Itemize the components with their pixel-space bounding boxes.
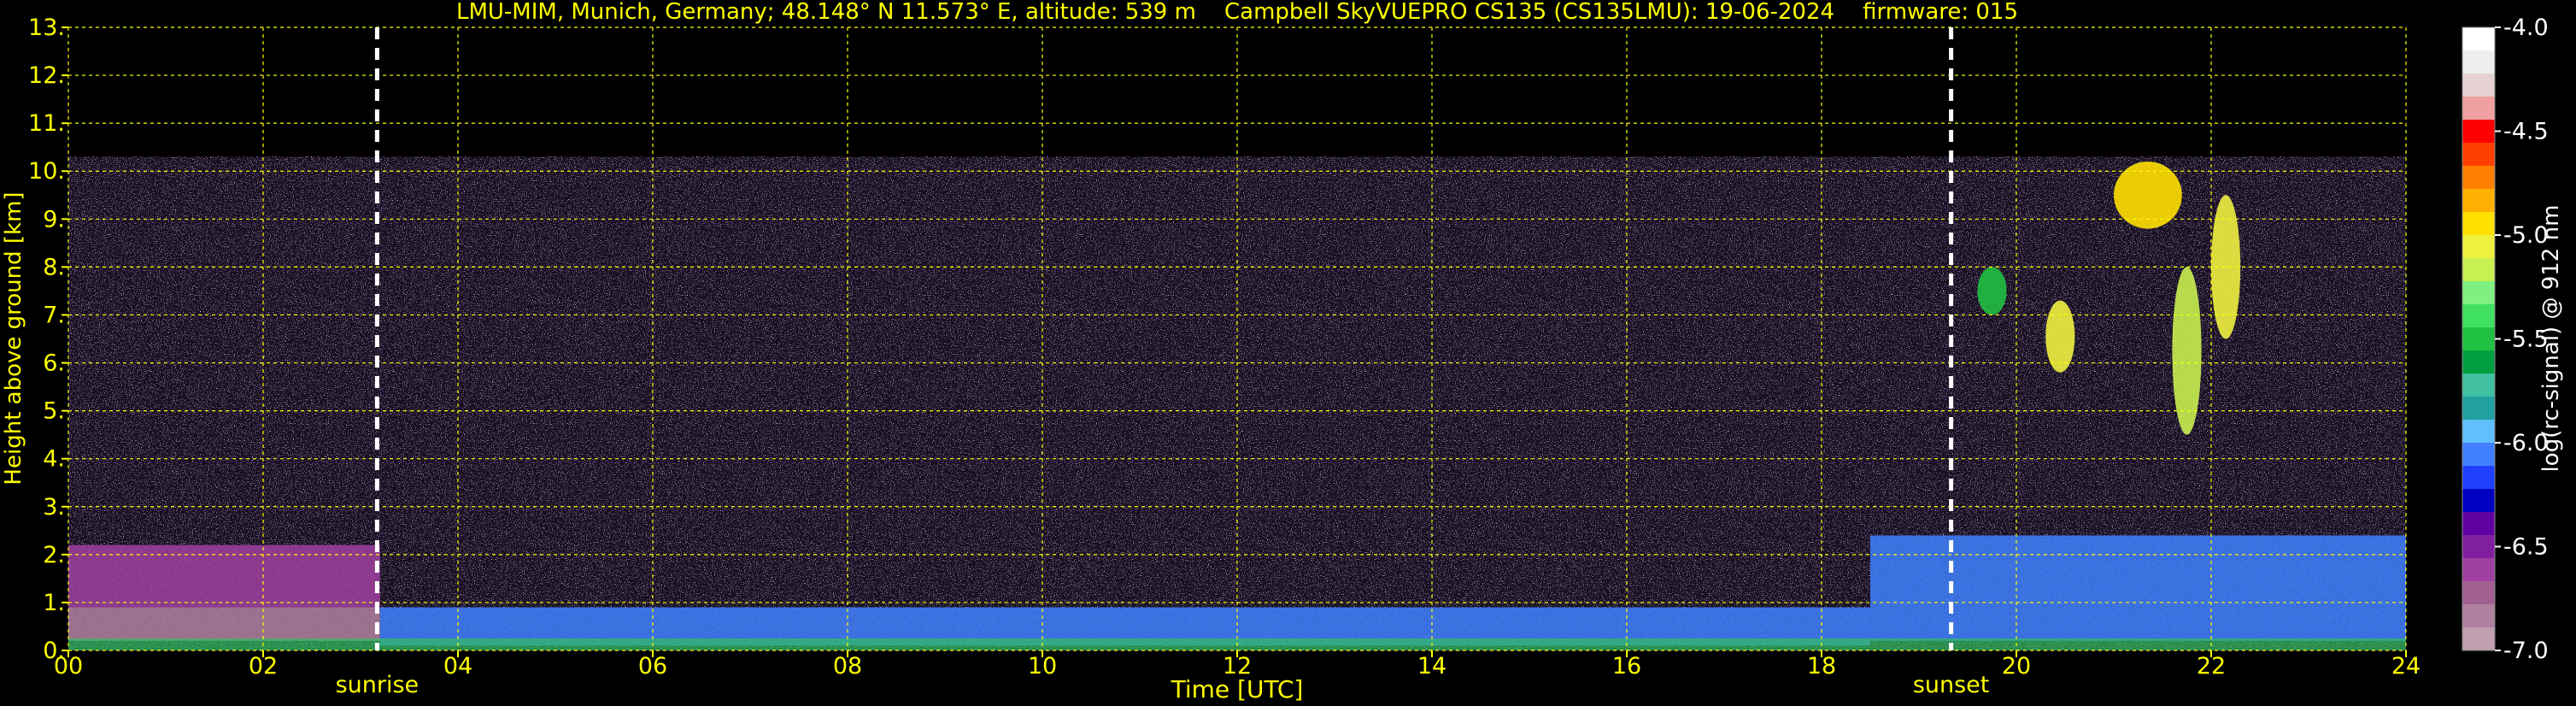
y-tick-label: 13. xyxy=(28,15,65,41)
x-axis-label: Time [UTC] xyxy=(1171,675,1304,703)
y-tick-label: 5. xyxy=(43,398,65,425)
colorbar-tick-label: -4.0 xyxy=(2503,15,2549,41)
x-tick-label: 10 xyxy=(1028,653,1057,680)
x-tick-label: 20 xyxy=(2002,653,2031,680)
y-tick-label: 6. xyxy=(43,350,65,377)
colorbar-segment xyxy=(2462,27,2495,51)
y-tick-label: 2. xyxy=(43,542,65,568)
colorbar-segment xyxy=(2462,50,2495,74)
x-tick-label: 18 xyxy=(1807,653,1836,680)
x-tick-label: 16 xyxy=(1612,653,1641,680)
colorbar-tick-label: -7.0 xyxy=(2503,638,2549,664)
x-tick-label: 24 xyxy=(2391,653,2421,680)
colorbar-segment xyxy=(2462,350,2495,374)
colorbar-segment xyxy=(2462,512,2495,536)
colorbar-segment xyxy=(2462,304,2495,328)
colorbar-tick-label: -6.5 xyxy=(2503,534,2549,561)
ceilometer-plot: sunrise sunset 00 02 04 06 08 10 12 14 16 18 20 22 24… xyxy=(1,0,2564,703)
y-tick-label: 11. xyxy=(28,110,65,137)
colorbar-label: log(rc-signal) @ 912 nm xyxy=(2538,205,2564,473)
sunset-label: sunset xyxy=(1913,672,1990,698)
x-tick-label: 22 xyxy=(2197,653,2226,680)
colorbar-segment xyxy=(2462,258,2495,282)
colorbar-segment xyxy=(2462,604,2495,628)
cloud-1 xyxy=(1977,267,2007,315)
colorbar-segment xyxy=(2462,558,2495,582)
x-tick-label: 02 xyxy=(249,653,278,680)
colorbar-segment xyxy=(2462,327,2495,351)
colorbar-segment xyxy=(2462,281,2495,305)
chart-title: LMU-MIM, Munich, Germany; 48.148° N 11.5… xyxy=(456,0,2018,25)
colorbar-segment xyxy=(2462,374,2495,397)
y-tick-label: 10. xyxy=(28,158,65,185)
colorbar-segment xyxy=(2462,74,2495,97)
colorbar-segment xyxy=(2462,235,2495,259)
x-tick-label: 04 xyxy=(443,653,472,680)
x-tick-label: 06 xyxy=(638,653,667,680)
x-tick-label: 14 xyxy=(1417,653,1446,680)
y-axis-label: Height above ground [km] xyxy=(1,191,26,485)
colorbar-segment xyxy=(2462,420,2495,444)
sunrise-label: sunrise xyxy=(336,672,420,698)
y-axis-ticks: 0. 1. 2. 3. 4. 5. 6. 7. 8. 9. 10. 11. 12. 13. xyxy=(28,15,68,664)
colorbar-segment xyxy=(2462,466,2495,490)
colorbar-segment xyxy=(2462,120,2495,144)
colorbar-segment xyxy=(2462,627,2495,651)
y-tick-label: 4. xyxy=(43,446,65,473)
y-tick-label: 12. xyxy=(28,62,65,89)
y-tick-label: 0. xyxy=(43,638,65,664)
y-tick-label: 9. xyxy=(43,206,65,232)
colorbar-segment xyxy=(2462,397,2495,421)
colorbar-segment xyxy=(2462,189,2495,213)
x-tick-label: 08 xyxy=(833,653,862,680)
colorbar-segment xyxy=(2462,443,2495,467)
colorbar: -4.0-4.5-5.0-5.5-6.0-6.5-7.0 xyxy=(2462,15,2549,664)
colorbar-segment xyxy=(2462,97,2495,121)
colorbar-segment xyxy=(2462,489,2495,513)
colorbar-segment xyxy=(2462,143,2495,167)
y-tick-label: 7. xyxy=(43,302,65,328)
cloud-4 xyxy=(2172,267,2202,435)
y-tick-label: 3. xyxy=(43,494,65,521)
colorbar-segment xyxy=(2462,212,2495,236)
residual-layer xyxy=(68,544,380,608)
y-tick-label: 1. xyxy=(43,590,65,616)
boundary-layer-night xyxy=(68,607,380,641)
colorbar-segment xyxy=(2462,535,2495,559)
colorbar-segment xyxy=(2462,581,2495,605)
colorbar-tick-label: -4.5 xyxy=(2503,119,2549,145)
y-tick-label: 8. xyxy=(43,254,65,280)
colorbar-segment xyxy=(2462,166,2495,190)
cloud-2 xyxy=(2045,300,2075,373)
